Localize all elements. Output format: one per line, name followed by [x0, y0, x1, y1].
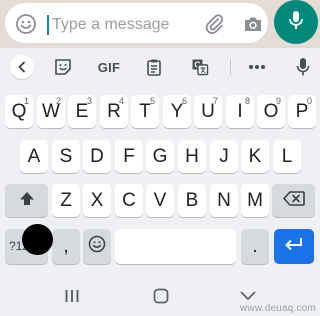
space-bar[interactable] [115, 229, 236, 264]
key-hint: 8 [244, 96, 250, 106]
key-y[interactable]: Y6 [163, 95, 191, 128]
comma-label: , [63, 235, 69, 257]
gif-label: GIF [97, 59, 121, 75]
period-label: . [252, 235, 258, 257]
key-label: F [123, 145, 135, 167]
key-k[interactable]: K [241, 140, 269, 173]
key-label: V [153, 189, 167, 211]
key-d[interactable]: D [83, 140, 111, 173]
backspace-icon [282, 190, 305, 211]
key-x[interactable]: X [83, 184, 111, 217]
microphone-icon [286, 9, 306, 36]
watermark-text: www.deuaq.com [240, 303, 316, 314]
navigation-bar: www.deuaq.com [0, 274, 320, 316]
enter-arrow-icon [284, 237, 304, 256]
microphone-icon[interactable] [291, 55, 315, 79]
key-label: I [237, 100, 243, 122]
emoji-key[interactable] [83, 229, 111, 264]
emoji-icon [88, 235, 106, 258]
key-hint: 0 [306, 96, 312, 106]
chat-input-bar: Type a message [0, 0, 320, 48]
key-label: B [185, 189, 199, 211]
key-label: M [247, 189, 263, 211]
key-n[interactable]: N [210, 184, 238, 217]
comma-key[interactable]: , [52, 229, 80, 264]
backspace-key[interactable] [272, 184, 315, 217]
key-a[interactable]: A [20, 140, 48, 173]
key-e[interactable]: E3 [68, 95, 96, 128]
key-label: N [217, 189, 231, 211]
key-hint: 1 [23, 96, 29, 106]
enter-key[interactable] [274, 229, 314, 264]
key-j[interactable]: J [210, 140, 238, 173]
key-f[interactable]: F [115, 140, 143, 173]
voice-record-button[interactable] [274, 0, 318, 44]
key-label: A [27, 145, 41, 167]
key-label: G [152, 145, 168, 167]
home-icon[interactable] [149, 286, 173, 306]
key-hint: 5 [149, 96, 155, 106]
message-input[interactable]: Type a message [5, 3, 268, 43]
more-icon[interactable] [245, 55, 269, 79]
key-label: Z [60, 189, 72, 211]
key-label: D [90, 145, 104, 167]
key-m[interactable]: M [241, 184, 269, 217]
key-label: X [90, 189, 104, 211]
key-p[interactable]: P0 [288, 95, 316, 128]
key-l[interactable]: L [273, 140, 301, 173]
shift-icon [19, 191, 35, 211]
period-key[interactable]: . [241, 229, 269, 264]
key-hint: 4 [118, 96, 124, 106]
key-label: S [59, 145, 73, 167]
gif-button[interactable]: GIF [94, 55, 124, 79]
key-hint: 6 [181, 96, 187, 106]
key-hint: 3 [86, 96, 92, 106]
key-v[interactable]: V [146, 184, 174, 217]
camera-icon[interactable] [242, 13, 264, 35]
text-cursor [47, 15, 49, 35]
sticker-icon[interactable] [51, 55, 75, 79]
key-i[interactable]: I8 [226, 95, 254, 128]
key-u[interactable]: U7 [194, 95, 222, 128]
translate-icon[interactable]: G [188, 55, 212, 79]
key-s[interactable]: S [52, 140, 80, 173]
key-label: H [185, 145, 199, 167]
key-w[interactable]: W2 [37, 95, 65, 128]
key-c[interactable]: C [115, 184, 143, 217]
shift-key[interactable] [5, 184, 48, 217]
touch-indicator [22, 224, 53, 255]
message-placeholder: Type a message [52, 16, 170, 33]
key-label: K [248, 145, 262, 167]
key-hint: 2 [55, 96, 61, 106]
key-t[interactable]: T5 [131, 95, 159, 128]
toolbar-divider [230, 59, 231, 75]
recents-icon[interactable] [60, 286, 84, 306]
key-q[interactable]: Q1 [5, 95, 33, 128]
key-o[interactable]: O9 [257, 95, 285, 128]
key-label: L [281, 145, 293, 167]
emoji-icon[interactable] [15, 13, 37, 35]
key-hint: 7 [212, 96, 218, 106]
paperclip-icon[interactable] [203, 13, 225, 35]
key-b[interactable]: B [178, 184, 206, 217]
key-h[interactable]: H [178, 140, 206, 173]
clipboard-icon[interactable] [142, 55, 166, 79]
key-hint: 9 [275, 96, 281, 106]
key-r[interactable]: R4 [100, 95, 128, 128]
chevron-left-icon[interactable] [10, 55, 34, 79]
key-label: J [219, 145, 229, 167]
key-z[interactable]: Z [52, 184, 80, 217]
key-label: C [122, 189, 136, 211]
key-g[interactable]: G [146, 140, 174, 173]
